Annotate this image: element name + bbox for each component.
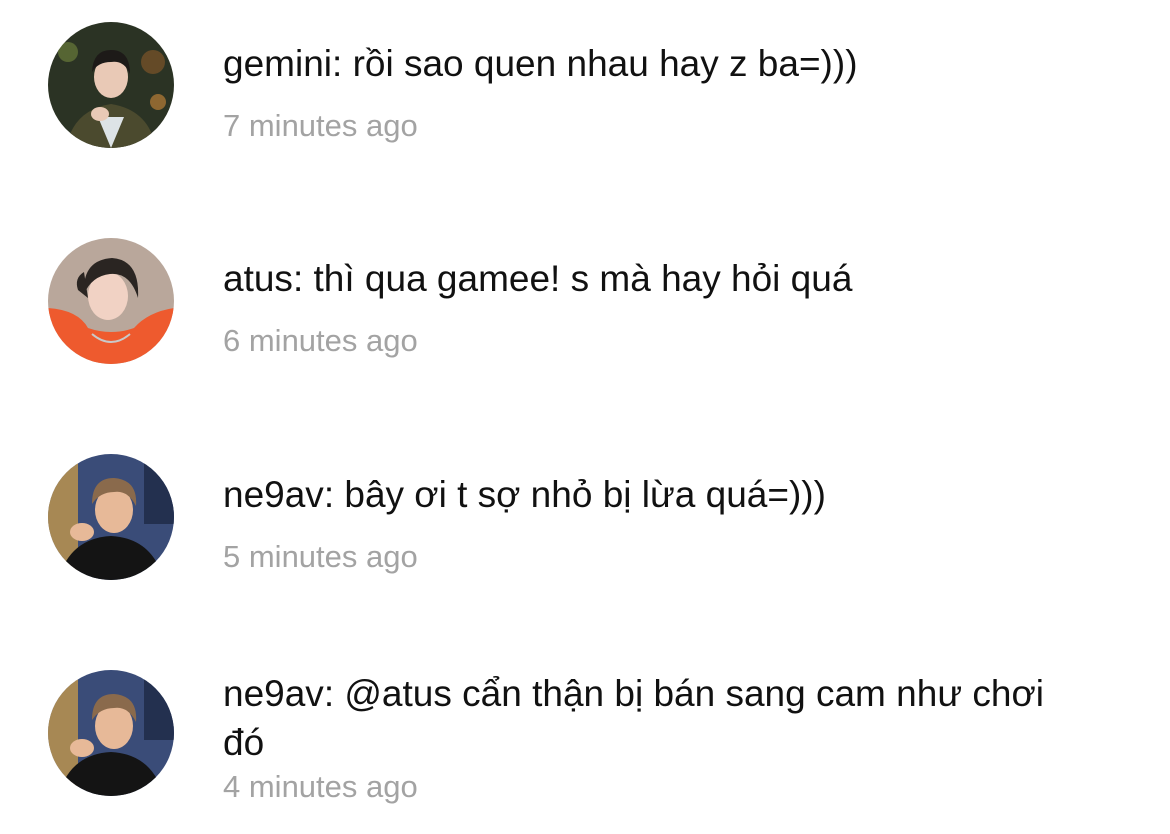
comment-author[interactable]: ne9av (223, 673, 324, 714)
avatar[interactable] (48, 670, 174, 796)
comment-author[interactable]: gemini (223, 43, 332, 84)
comment-timestamp: 6 minutes ago (223, 323, 418, 358)
comment-timestamp: 4 minutes ago (223, 769, 418, 804)
comment-separator: : (323, 474, 345, 515)
comment-body: thì qua gamee! s mà hay hỏi quá (313, 258, 853, 299)
comment-separator: : (323, 673, 345, 714)
comment-separator: : (292, 258, 314, 299)
avatar[interactable] (48, 22, 174, 148)
comment-timestamp: 5 minutes ago (223, 539, 418, 574)
comment-body: bây ơi t sợ nhỏ bị lừa quá=))) (344, 474, 826, 515)
comment-author[interactable]: atus (223, 258, 293, 299)
comment-body: rồi sao quen nhau hay z ba=))) (352, 43, 858, 84)
comment-author[interactable]: ne9av (223, 474, 324, 515)
comment-text: atus: thì qua gamee! s mà hay hỏi quá (223, 254, 1123, 303)
avatar[interactable] (48, 238, 174, 364)
comment-text: gemini: rồi sao quen nhau hay z ba=))) (223, 39, 1123, 88)
comment-timestamp: 7 minutes ago (223, 108, 418, 143)
comment-text: ne9av: bây ơi t sợ nhỏ bị lừa quá=))) (223, 470, 1123, 519)
comment-text: ne9av: @atus cẩn thận bị bán sang cam nh… (223, 669, 1053, 767)
comment-separator: : (332, 43, 353, 84)
comment-body: @atus cẩn thận bị bán sang cam như chơi … (223, 673, 1044, 763)
avatar[interactable] (48, 454, 174, 580)
